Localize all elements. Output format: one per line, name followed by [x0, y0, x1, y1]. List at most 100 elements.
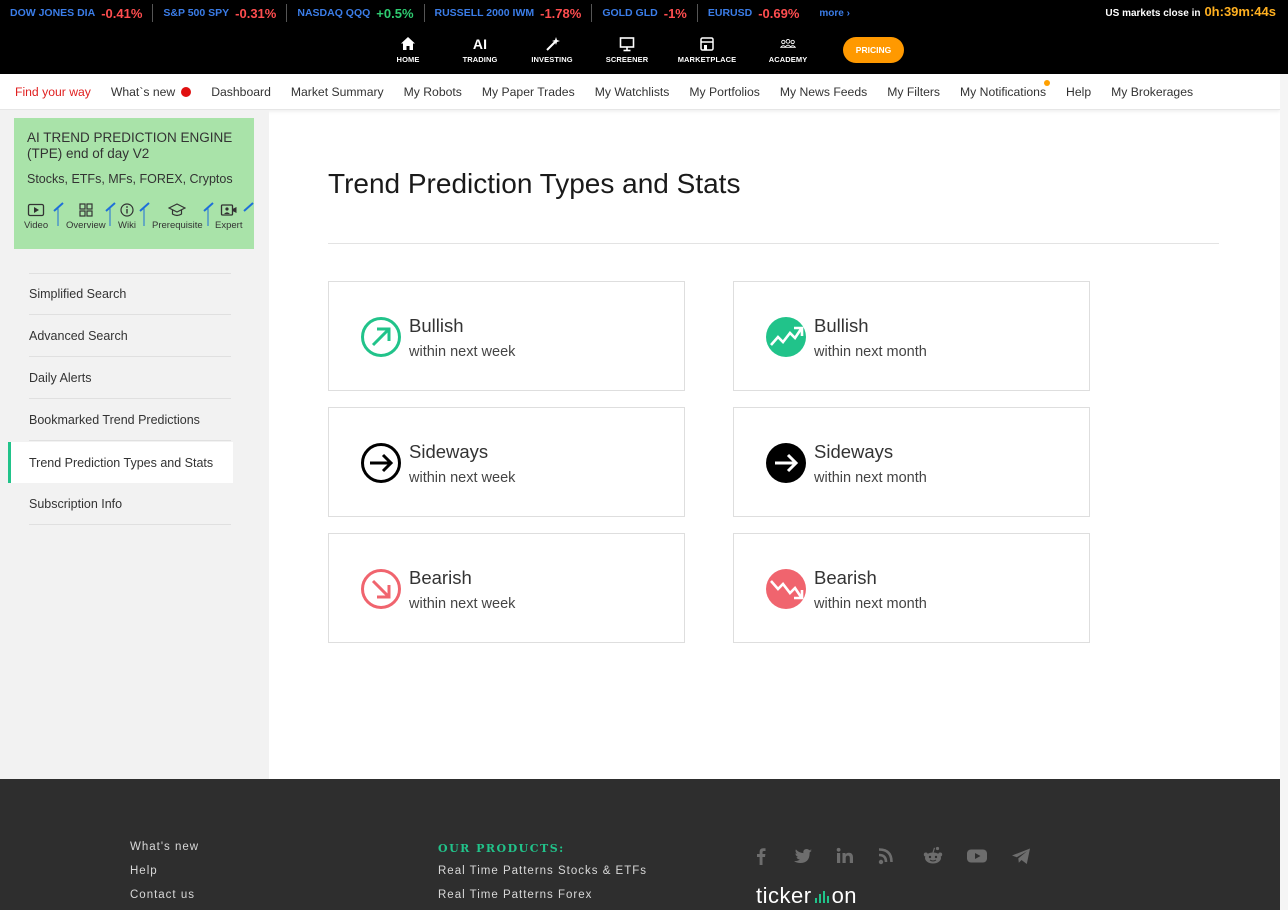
- card-period: within next week: [409, 344, 516, 360]
- sideways-week-icon: [361, 443, 401, 483]
- product-link-prerequisite[interactable]: Prerequisite: [152, 202, 203, 231]
- card-label: Bullish: [409, 315, 464, 336]
- card-period: within next month: [814, 596, 927, 612]
- product-title: AI TREND PREDICTION ENGINE (TPE) end of …: [27, 130, 233, 161]
- footer: What's new Help Contact us OUR PRODUCTS:…: [0, 779, 1280, 910]
- play-video-icon: [27, 203, 45, 217]
- notification-dot: [1044, 79, 1051, 86]
- subnav-my-portfolios[interactable]: My Portfolios: [689, 85, 759, 99]
- link-tick-mark: [53, 202, 64, 226]
- footer-link-help[interactable]: Help: [130, 865, 158, 877]
- pricing-button[interactable]: PRICING: [843, 37, 904, 63]
- subnav-my-notifications[interactable]: My Notifications: [960, 79, 1051, 99]
- nav-academy-label: ACADEMY: [768, 55, 808, 64]
- card-bullish-month[interactable]: Bullish within next month: [733, 281, 1090, 391]
- nav-investing[interactable]: INVESTING: [517, 26, 587, 74]
- product-links: Video Overview Wiki Prerequisite Expert: [24, 202, 254, 238]
- sidebar-item-advanced-search[interactable]: Advanced Search: [29, 315, 231, 357]
- subnav-my-news-feeds[interactable]: My News Feeds: [780, 85, 867, 99]
- subnav-my-brokerages[interactable]: My Brokerages: [1111, 85, 1193, 99]
- card-period: within next month: [814, 470, 927, 486]
- page-scrollbar[interactable]: [1280, 74, 1288, 910]
- rss-icon[interactable]: [876, 845, 898, 867]
- nav-ai-trading[interactable]: AI TRADING: [445, 26, 515, 74]
- subnav-my-watchlists[interactable]: My Watchlists: [595, 85, 670, 99]
- ticker-name: RUSSELL 2000 IWM: [434, 7, 535, 19]
- subnav-help[interactable]: Help: [1066, 85, 1091, 99]
- ticker-change: -0.31%: [235, 5, 277, 21]
- nav-academy[interactable]: ACADEMY: [753, 26, 823, 74]
- market-close-countdown: US markets close in 0h:39m:44s: [1105, 4, 1276, 19]
- nav-investing-label: INVESTING: [531, 55, 573, 64]
- ticker-change: -0.41%: [101, 5, 143, 21]
- card-label: Sideways: [409, 441, 489, 462]
- card-label: Sideways: [814, 441, 894, 462]
- logo-bars-icon: [814, 891, 829, 903]
- sidebar-item-daily-alerts[interactable]: Daily Alerts: [29, 357, 231, 399]
- subnav-find-your-way[interactable]: Find your way: [15, 85, 91, 99]
- product-link-wiki[interactable]: Wiki: [118, 202, 136, 231]
- monitor-icon: [619, 37, 635, 52]
- ticker-item-sp500[interactable]: S&P 500 SPY -0.31%: [153, 4, 288, 22]
- link-tick-mark: [243, 202, 254, 212]
- product-link-wiki-label: Wiki: [118, 220, 136, 231]
- footer-products-heading: OUR PRODUCTS:: [438, 842, 565, 855]
- nav-home[interactable]: HOME: [373, 26, 443, 74]
- card-bullish-week[interactable]: Bullish within next week: [328, 281, 685, 391]
- product-link-expert[interactable]: Expert: [215, 202, 242, 231]
- card-sideways-month[interactable]: Sideways within next month: [733, 407, 1090, 517]
- facebook-icon[interactable]: [750, 845, 772, 867]
- link-tick-mark: [139, 202, 150, 226]
- footer-link-contact[interactable]: Contact us: [130, 889, 195, 901]
- bullish-month-icon: [766, 317, 806, 357]
- nav-screener[interactable]: SCREENER: [592, 26, 662, 74]
- ticker-more-link[interactable]: more ›: [819, 8, 850, 19]
- telegram-icon[interactable]: [1010, 845, 1032, 867]
- sidebar: AI TREND PREDICTION ENGINE (TPE) end of …: [0, 110, 269, 779]
- product-link-video-label: Video: [24, 220, 49, 231]
- sidebar-item-bookmarked[interactable]: Bookmarked Trend Predictions: [29, 399, 231, 441]
- sidebar-item-subscription-info[interactable]: Subscription Info: [29, 483, 231, 525]
- ticker-item-dow[interactable]: DOW JONES DIA -0.41%: [0, 4, 154, 22]
- subnav-my-filters[interactable]: My Filters: [887, 85, 940, 99]
- linkedin-icon[interactable]: [834, 845, 856, 867]
- sidebar-item-simplified-search[interactable]: Simplified Search: [29, 273, 231, 315]
- ticker-change: -0.69%: [758, 5, 800, 21]
- subnav-my-robots[interactable]: My Robots: [404, 85, 462, 99]
- subnav-dashboard[interactable]: Dashboard: [211, 85, 271, 99]
- subnav-my-paper-trades[interactable]: My Paper Trades: [482, 85, 575, 99]
- sidebar-item-trend-types-active[interactable]: Trend Prediction Types and Stats: [8, 442, 233, 483]
- people-icon: [780, 39, 796, 48]
- youtube-icon[interactable]: [966, 845, 988, 867]
- nav-marketplace[interactable]: MARKETPLACE: [672, 26, 742, 74]
- ai-glyph: AI: [472, 36, 488, 52]
- ticker-change: -1.78%: [540, 5, 582, 21]
- card-period: within next week: [409, 596, 516, 612]
- reddit-icon[interactable]: [922, 845, 944, 867]
- card-period: within next week: [409, 470, 516, 486]
- product-link-prerequisite-label: Prerequisite: [152, 220, 203, 231]
- subnav-market-summary[interactable]: Market Summary: [291, 85, 384, 99]
- store-icon: [700, 37, 714, 51]
- ticker-item-russell[interactable]: RUSSELL 2000 IWM -1.78%: [425, 4, 593, 22]
- card-sideways-week[interactable]: Sideways within next week: [328, 407, 685, 517]
- footer-product-link[interactable]: Real Time Patterns Stocks & ETFs: [438, 865, 647, 877]
- subnav-whats-new[interactable]: What`s new: [111, 85, 192, 99]
- ticker-change: +0.5%: [376, 5, 414, 21]
- bearish-week-icon: [361, 569, 401, 609]
- footer-product-link[interactable]: Real Time Patterns Forex: [438, 889, 592, 901]
- subnav-my-notifications-label: My Notifications: [960, 84, 1047, 99]
- twitter-icon[interactable]: [792, 845, 814, 867]
- ticker-item-nasdaq[interactable]: NASDAQ QQQ +0.5%: [287, 4, 425, 22]
- product-link-video[interactable]: Video: [24, 202, 48, 231]
- card-bearish-week[interactable]: Bearish within next week: [328, 533, 685, 643]
- logo-text-right: on: [831, 883, 858, 908]
- nav-trading-label: TRADING: [462, 55, 498, 64]
- product-link-overview[interactable]: Overview: [66, 202, 106, 231]
- footer-link-whats-new[interactable]: What's new: [130, 841, 199, 853]
- graduation-cap-icon: [168, 203, 187, 217]
- ticker-item-gold[interactable]: GOLD GLD -1%: [592, 4, 698, 22]
- tickeron-logo[interactable]: ticker on: [756, 883, 857, 909]
- ticker-item-eurusd[interactable]: EURUSD -0.69%: [698, 4, 810, 22]
- card-bearish-month[interactable]: Bearish within next month: [733, 533, 1090, 643]
